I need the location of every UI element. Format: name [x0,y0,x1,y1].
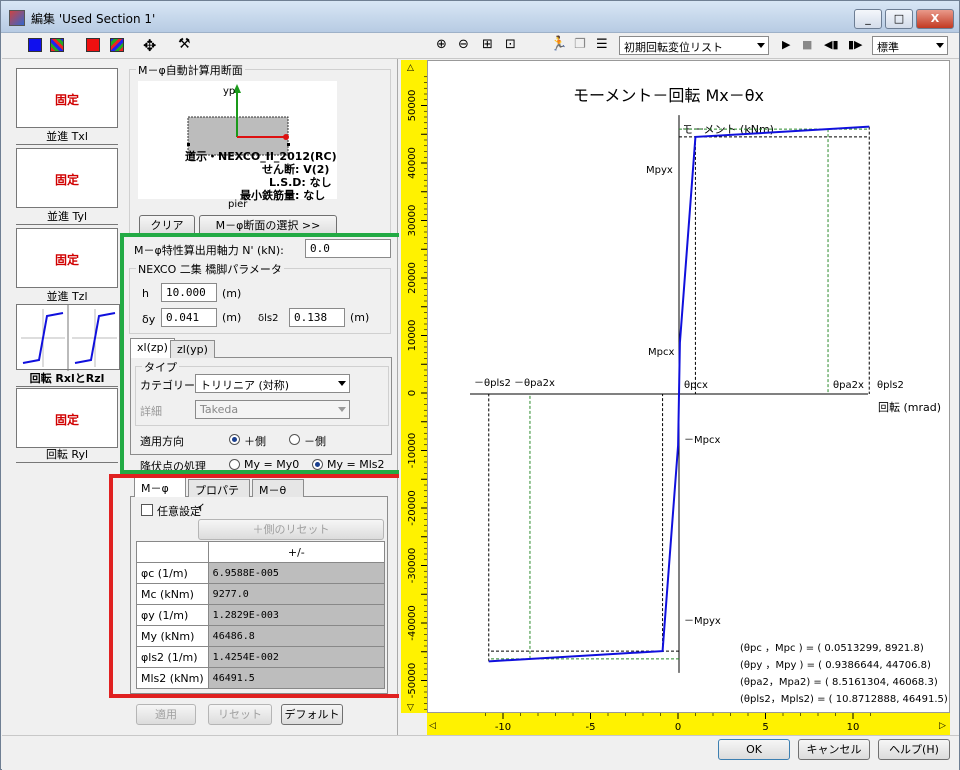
runner-icon[interactable]: 🏃 [550,36,567,52]
spring-rxl-rzl-box[interactable] [16,304,120,371]
minimize-button[interactable]: _ [854,9,882,29]
spring-tzl-box[interactable]: 固定 [16,228,118,288]
vertical-ruler: -50000 -40000 -30000 -20000 -10000 0 10000 2000… [401,60,427,713]
y-tick-label: 40000 [407,147,418,179]
red-highlight-frame [109,474,433,698]
label-th-pcx: θpcx [684,380,708,391]
step-back-icon[interactable]: ◀▮ [824,38,839,51]
default-button[interactable]: デフォルト [281,704,343,725]
stop-icon[interactable]: ■ [802,38,812,51]
label-neg-mpcx: －Mpcx [684,435,720,446]
step-forward-icon[interactable]: ▮▶ [848,38,863,51]
spring-txl-label: 並進 Txl [16,128,118,145]
dialog-window: 編集 'Used Section 1' _ □ X ✥ ⚒ ⊕ ⊖ ⊞ ⊡ 🏃 … [0,0,960,770]
coord-annotation: (θpc ，Mpc ) = ( 0.0513299, 8921.8) [740,643,924,654]
spring-tyl-box[interactable]: 固定 [16,148,118,208]
section-group-title: M－φ自動計算用断面 [136,62,245,78]
maximize-button[interactable]: □ [885,9,913,29]
red-color-icon[interactable] [86,38,100,52]
coord-annotation: (θpls2，Mpls2) = ( 10.8712888, 46491.5) [740,694,948,705]
multicolor2-icon[interactable] [110,38,124,52]
label-neg-th-pa2x: －θpa2x [514,378,555,389]
coord-annotation: (θpy ，Mpy ) = ( 0.9386644, 44706.8) [740,660,931,671]
min-rebar-info: 最小鉄筋量: なし [240,189,326,202]
cancel-button[interactable]: キャンセル [798,739,870,760]
x-tick-label: 0 [675,722,681,733]
x-axis-label: 回転 (mrad) [878,401,941,414]
x-tick-label: 5 [762,722,768,733]
y-tick-label: -10000 [407,433,418,468]
spring-tool-icon[interactable]: ⚒ [178,36,191,52]
spring-ryl-box[interactable]: 固定 [16,388,118,448]
spring-txl-box[interactable]: 固定 [16,68,118,128]
moment-rotation-chart: モーメント－回転 Mx－θx モーメント (kNm)回転 (mrad)MpyxM… [470,86,948,705]
reset-button[interactable]: リセット [208,704,272,725]
spring-ryl-label: 回転 Ryl [16,446,118,463]
zoom-out-icon[interactable]: ⊖ [458,37,469,52]
help-button[interactable]: ヘルプ(H) [878,739,950,760]
label-th-pa2x: θpa2x [833,380,864,391]
move-icon[interactable]: ✥ [143,36,156,55]
zoom-window-icon[interactable]: ⊡ [505,37,516,52]
y-tick-label: -50000 [407,663,418,698]
label-neg-mpyx: －Mpyx [684,616,721,627]
spring-rxl-rzl-label: 回転 RxlとRzl [16,370,118,387]
label-neg-th-pls2: －θpls2 [474,378,511,389]
x-tick-label: -5 [586,722,596,733]
label-th-pls2: θpls2 [877,380,904,391]
spring-tyl-label: 並進 Tyl [16,208,118,225]
horizontal-ruler: -10 -5 0 5 10 ◁ ▷ [427,713,950,735]
x-tick-label: 10 [847,722,860,733]
play-icon[interactable]: ▶ [782,38,790,51]
ok-button[interactable]: OK [718,739,790,760]
chart-area: モーメント－回転 Mx－θx モーメント (kNm) 回転 (mrad) Mpyx M… [427,60,950,713]
section-preview: yp 道示・NEXCO_II_2012(RC) せん断: V(2) L.S.D:… [138,81,337,202]
spring-tzl-label: 並進 Tzl [16,288,118,305]
toolbar: ✥ ⚒ ⊕ ⊖ ⊞ ⊡ 🏃 ❐ ☰ 初期回転変位リスト ▶ ■ ◀▮ ▮▶ 標準 [2,33,959,59]
chart-title: モーメント－回転 Mx－θx [573,86,764,105]
y-tick-label: -30000 [407,548,418,583]
app-icon [9,10,25,26]
y-tick-label: 50000 [407,90,418,122]
horizontal-ruler-svg: -10 -5 0 5 10 ◁ ▷ [429,713,946,733]
green-highlight-frame [120,233,434,474]
vertical-ruler-svg: -50000 -40000 -30000 -20000 -10000 0 10000 2000… [407,63,427,713]
section-name: pier [228,199,248,210]
zoom-fit-icon[interactable]: ⊞ [482,37,493,52]
ruler-up-arrow: △ [407,63,414,73]
apply-button[interactable]: 適用 [136,704,196,725]
close-button[interactable]: X [916,9,954,29]
yp-axis-label: yp [223,86,236,97]
ruler-right-arrow: ▷ [939,721,946,731]
style-select[interactable]: 標準 [872,36,948,55]
dialog-buttons-bar: OK キャンセル ヘルプ(H) [2,735,959,770]
y-tick-label: 20000 [407,262,418,294]
copy-icon[interactable]: ❐ [574,37,586,52]
y-tick-label: 30000 [407,205,418,237]
blue-color-icon[interactable] [28,38,42,52]
displacement-list-dropdown[interactable]: 初期回転変位リスト [619,36,769,55]
y-tick-label: -40000 [407,605,418,640]
x-tick-label: -10 [495,722,511,733]
label-mpcx: Mpcx [648,347,674,358]
hysteresis-thumbnails [21,305,117,371]
label-mpyx: Mpyx [646,165,673,176]
y-tick-label: 0 [407,390,418,396]
ruler-left-arrow: ◁ [429,721,436,731]
y-tick-label: -20000 [407,490,418,525]
coord-annotation: (θpa2，Mpa2) = ( 8.5161304, 46068.3) [740,677,938,688]
list-icon[interactable]: ☰ [596,37,608,52]
zoom-in-icon[interactable]: ⊕ [436,37,447,52]
window-title: 編集 'Used Section 1' [31,12,156,26]
ruler-down-arrow: ▽ [407,703,414,713]
y-tick-label: 10000 [407,320,418,352]
title-bar: 編集 'Used Section 1' _ □ X [1,1,959,33]
multicolor-icon[interactable] [50,38,64,52]
